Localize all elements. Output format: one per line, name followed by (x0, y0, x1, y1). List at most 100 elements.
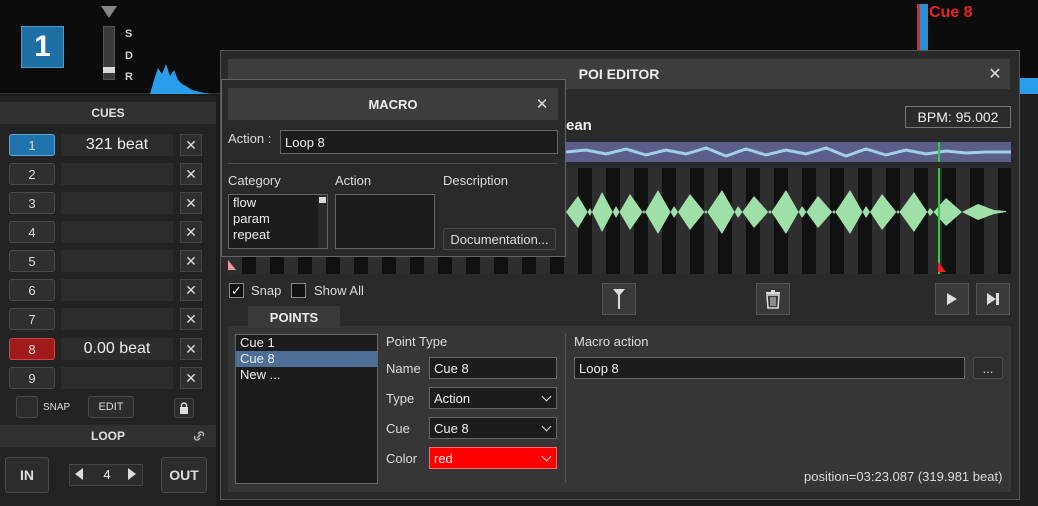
point-type-header: Point Type (386, 334, 448, 349)
edit-button[interactable]: EDIT (88, 396, 134, 418)
category-item-flow[interactable]: flow (229, 195, 327, 211)
cue-button-7[interactable]: 7 (9, 308, 55, 330)
color-select[interactable]: red (429, 447, 557, 469)
macro-divider (228, 163, 558, 164)
points-list[interactable]: Cue 1 Cue 8 New ... (235, 334, 378, 484)
vertical-divider (565, 334, 566, 482)
color-select-value: red (434, 450, 453, 466)
play-button[interactable] (935, 283, 969, 315)
snap-toggle-button[interactable] (16, 396, 38, 418)
loop-in-button[interactable]: IN (5, 457, 49, 493)
deck-number-badge[interactable]: 1 (21, 26, 64, 68)
bpm-display[interactable]: BPM: 95.002 (905, 106, 1011, 128)
macro-close-icon[interactable]: ✕ (533, 95, 551, 113)
category-item-repeat[interactable]: repeat (229, 227, 327, 243)
macro-action-input[interactable]: Loop 8 (280, 130, 558, 154)
link-icon[interactable] (192, 430, 206, 442)
cue8-top-label: Cue 8 (929, 4, 973, 21)
cue-button-1[interactable]: 1 (9, 134, 55, 156)
delete-point-button[interactable] (756, 283, 790, 315)
cue-value-5 (61, 250, 173, 272)
track-title-fragment: ean (566, 117, 592, 134)
show-all-label: Show All (314, 283, 364, 298)
loop-size-decrease-icon[interactable] (75, 468, 83, 480)
cue-select[interactable]: Cue 8 (429, 417, 557, 439)
chevron-down-icon (541, 421, 552, 431)
poi-editor-close-icon[interactable]: ✕ (985, 64, 1005, 84)
loop-out-button[interactable]: OUT (161, 457, 207, 493)
cue-delete-9[interactable]: ✕ (180, 367, 202, 389)
lock-button[interactable] (174, 398, 194, 418)
marker-add-button[interactable] (602, 283, 636, 315)
cue-delete-7[interactable]: ✕ (180, 308, 202, 330)
marker-icon (613, 289, 625, 309)
cue-value-7 (61, 308, 173, 330)
name-field[interactable]: Cue 8 (429, 357, 557, 379)
macro-action-list[interactable] (335, 194, 435, 249)
cue-value-6 (61, 279, 173, 301)
snap-label: SNAP (43, 402, 71, 413)
loop-size-value: 4 (103, 467, 111, 482)
skip-end-icon (987, 293, 999, 305)
track-overview-waveform[interactable] (566, 142, 1011, 162)
loop-size-increase-icon[interactable] (128, 468, 136, 480)
cue-delete-3[interactable]: ✕ (180, 192, 202, 214)
pitch-slider-handle[interactable] (103, 67, 115, 73)
type-label: Type (386, 391, 415, 406)
type-select[interactable]: Action (429, 387, 557, 409)
cue-value-4 (61, 221, 173, 243)
position-readout: position=03:23.087 (319.981 beat) (804, 469, 1003, 484)
cue-button-5[interactable]: 5 (9, 250, 55, 272)
category-list[interactable]: flow param repeat (228, 194, 328, 249)
playhead-marker[interactable] (920, 4, 928, 50)
right-panel-edge (1020, 96, 1038, 506)
cue-value-3 (61, 192, 173, 214)
cue-button-2[interactable]: 2 (9, 163, 55, 185)
loop-header: LOOP (0, 425, 216, 447)
snap-checkbox[interactable]: ✓ (229, 283, 244, 298)
description-header: Description (443, 173, 509, 188)
chevron-down-icon (541, 391, 552, 401)
color-label: Color (386, 451, 418, 466)
cue-button-4[interactable]: 4 (9, 221, 55, 243)
category-item-param[interactable]: param (229, 211, 327, 227)
lock-icon (180, 402, 188, 414)
trash-icon (766, 290, 780, 309)
cue-delete-5[interactable]: ✕ (180, 250, 202, 272)
type-select-value: Action (434, 390, 471, 406)
cue-value-9 (61, 367, 173, 389)
play-icon (947, 293, 957, 305)
macro-title: MACRO (228, 88, 558, 120)
sdr-label-s: S (125, 28, 133, 40)
category-scrollbar-thumb[interactable] (319, 197, 326, 203)
show-all-checkbox[interactable] (291, 283, 306, 298)
points-list-item-cue1[interactable]: Cue 1 (236, 335, 377, 351)
cue-select-value: Cue 8 (434, 420, 469, 436)
macro-browse-button[interactable]: ... (973, 357, 1003, 379)
macro-action-column-header: Action (335, 173, 372, 188)
cue-delete-4[interactable]: ✕ (180, 221, 202, 243)
cue-button-3[interactable]: 3 (9, 192, 55, 214)
skip-end-button[interactable] (976, 283, 1010, 315)
cue-button-9[interactable]: 9 (9, 367, 55, 389)
cue-label: Cue (386, 421, 410, 436)
cue-button-8[interactable]: 8 (9, 338, 55, 360)
macro-action-label: Action : (228, 131, 272, 146)
documentation-button[interactable]: Documentation... (443, 228, 556, 250)
name-label: Name (386, 361, 421, 376)
points-tab[interactable]: POINTS (248, 306, 340, 328)
cue-value-8: 0.00 beat (61, 338, 173, 360)
cue-delete-6[interactable]: ✕ (180, 279, 202, 301)
cue-button-6[interactable]: 6 (9, 279, 55, 301)
pitch-arrow-icon (101, 6, 117, 18)
points-list-item-new[interactable]: New ... (236, 367, 377, 383)
macro-action-header: Macro action (574, 334, 649, 349)
cue-delete-2[interactable]: ✕ (180, 163, 202, 185)
cues-header: CUES (0, 102, 216, 124)
macro-action-field[interactable]: Loop 8 (574, 357, 965, 379)
cue-value-1: 321 beat (61, 134, 173, 156)
points-list-item-cue8[interactable]: Cue 8 (236, 351, 377, 367)
cue-delete-8[interactable]: ✕ (180, 338, 202, 360)
category-header: Category (228, 173, 281, 188)
cue-delete-1[interactable]: ✕ (180, 134, 202, 156)
